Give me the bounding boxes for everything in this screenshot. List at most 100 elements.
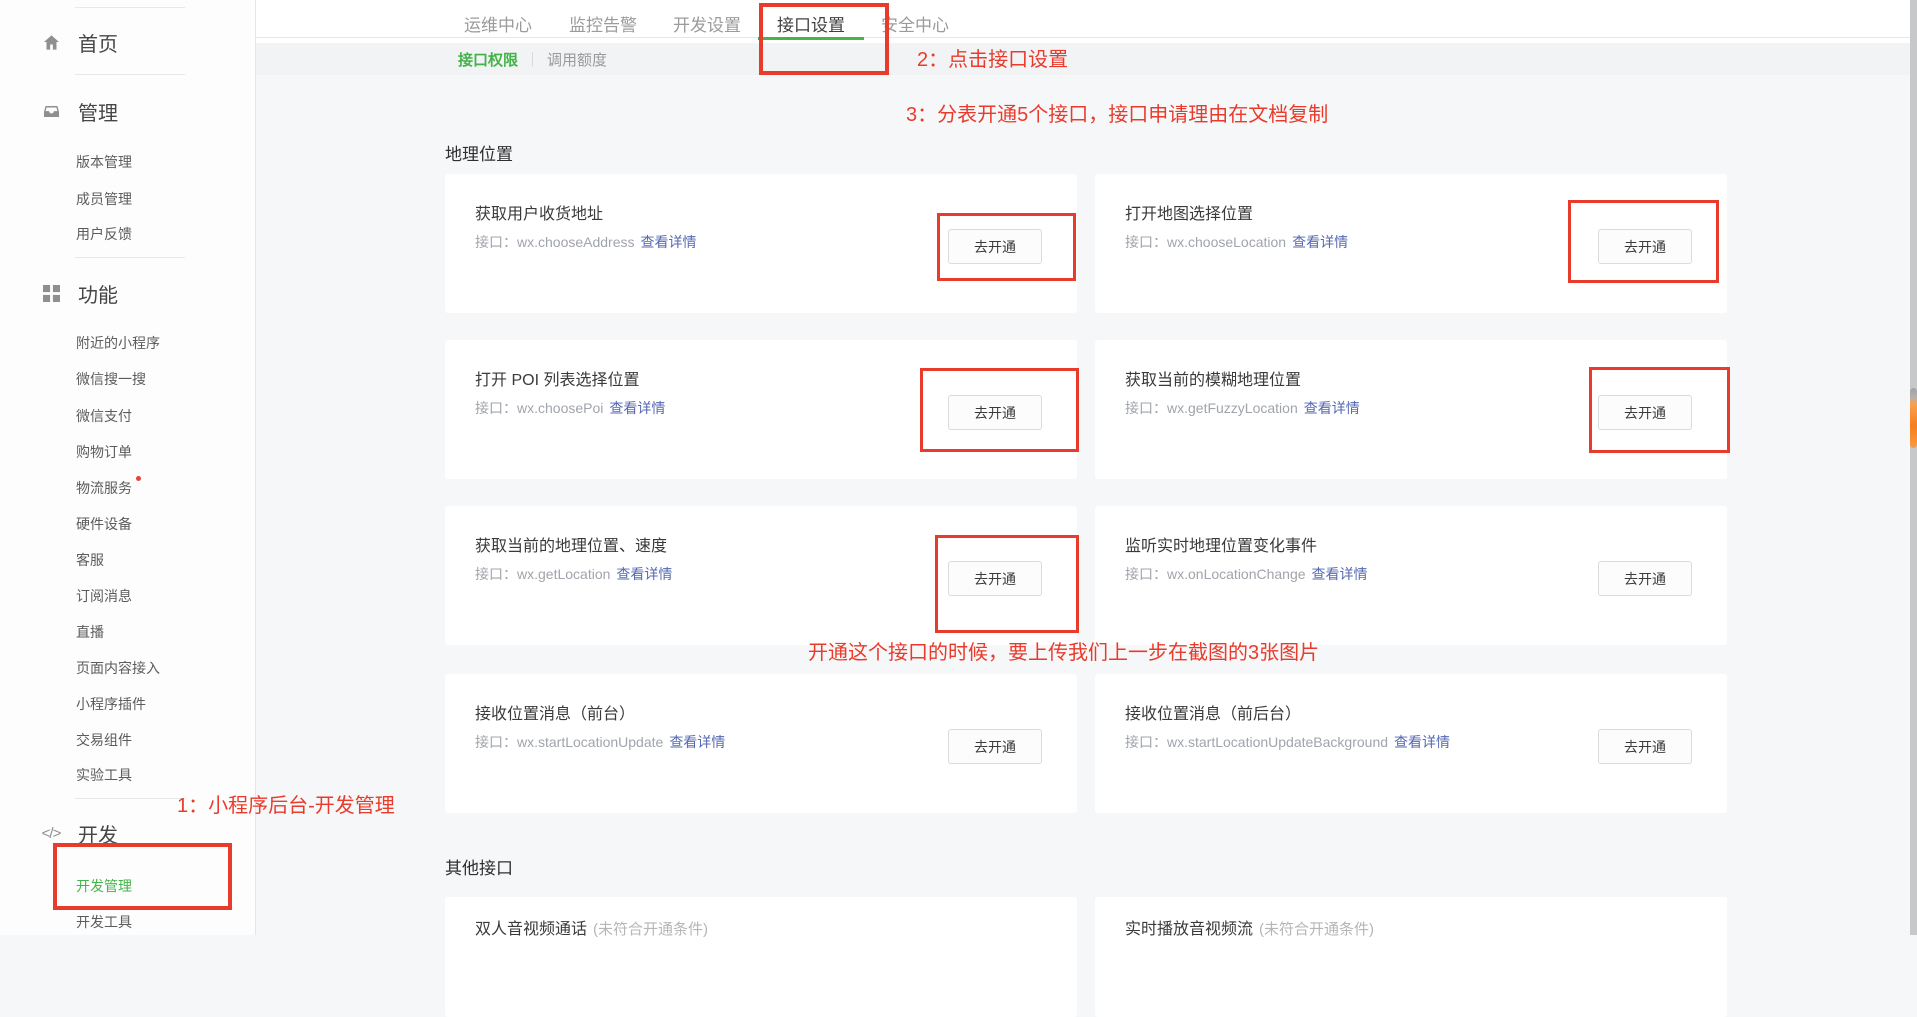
sidebar-item-label: 版本管理: [76, 154, 132, 170]
sidebar-item-label: 实验工具: [76, 767, 132, 783]
highlight-box: [937, 213, 1076, 281]
sidebar-item-label: 客服: [76, 552, 104, 568]
view-details-link[interactable]: 查看详情: [669, 734, 725, 750]
sidebar-section-header[interactable]: </>开发: [40, 821, 118, 845]
api-card-status: (未符合开通条件): [1259, 921, 1374, 938]
sidebar-item[interactable]: 附近的小程序: [76, 333, 160, 353]
subtab[interactable]: 调用额度: [547, 49, 607, 70]
tab[interactable]: 监控告警: [569, 11, 637, 36]
sidebar-section-header[interactable]: 管理: [40, 99, 118, 123]
sidebar-item[interactable]: 客服: [76, 550, 104, 570]
api-card-description: 接口：wx.onLocationChange查看详情: [1125, 564, 1368, 584]
api-card-title: 获取当前的地理位置、速度: [475, 532, 667, 556]
scrollbar-thumb[interactable]: [1910, 388, 1917, 448]
section-title-other: 其他接口: [445, 854, 513, 879]
sidebar-item[interactable]: 实验工具: [76, 765, 132, 785]
inbox-icon: [40, 102, 62, 121]
sidebar-item[interactable]: 成员管理: [76, 189, 132, 209]
sidebar-section-label: 功能: [78, 279, 118, 308]
annotation-note: 开通这个接口的时候，要上传我们上一步在截图的3张图片: [808, 642, 1319, 665]
sidebar-divider: [75, 798, 185, 799]
api-label: 接口：: [475, 400, 517, 416]
api-card-description: 接口：wx.startLocationUpdate 查看详情: [475, 732, 725, 752]
highlight-box: [920, 368, 1079, 452]
view-details-link[interactable]: 查看详情: [1394, 734, 1450, 750]
sidebar-item-label: 物流服务: [76, 480, 132, 496]
view-details-link[interactable]: 查看详情: [616, 566, 672, 582]
sidebar-item-label: 微信搜一搜: [76, 371, 146, 387]
api-permission-card: 双人音视频通话 (未符合开通条件): [445, 897, 1077, 1017]
sidebar-item[interactable]: 小程序插件: [76, 694, 146, 714]
api-card-title: 打开地图选择位置: [1125, 200, 1253, 224]
sidebar-item-label: 成员管理: [76, 191, 132, 207]
view-details-link[interactable]: 查看详情: [1304, 400, 1360, 416]
sidebar-item-label: 微信支付: [76, 408, 132, 424]
api-card-title: 实时播放音视频流 (未符合开通条件): [1125, 915, 1374, 939]
sidebar-item[interactable]: 微信支付: [76, 406, 132, 426]
api-label: 接口：: [1125, 400, 1167, 416]
scrollbar-track[interactable]: [1910, 0, 1917, 935]
activate-button[interactable]: 去开通: [1598, 729, 1692, 764]
view-details-link[interactable]: 查看详情: [1292, 234, 1348, 250]
sidebar-item[interactable]: 购物订单: [76, 442, 132, 462]
top-tab-bar: 运维中心监控告警开发设置接口设置安全中心: [256, 0, 1911, 43]
sidebar-divider: [75, 257, 185, 258]
activate-button[interactable]: 去开通: [1598, 561, 1692, 596]
sidebar-item[interactable]: 用户反馈: [76, 224, 132, 244]
sidebar-section-label: 管理: [78, 97, 118, 126]
sidebar-section-label: 首页: [78, 28, 118, 57]
api-label: 接口：: [1125, 234, 1167, 250]
sidebar-item-label: 小程序插件: [76, 696, 146, 712]
api-label: 接口：: [475, 566, 517, 582]
home-icon: [40, 33, 62, 52]
highlight-box: [1568, 200, 1719, 283]
view-details-link[interactable]: 查看详情: [609, 400, 665, 416]
code-icon: </>: [40, 825, 62, 842]
api-card-title: 接收位置消息（前台）: [475, 700, 635, 724]
tab[interactable]: 开发设置: [673, 11, 741, 36]
sidebar-item[interactable]: 硬件设备: [76, 514, 132, 534]
api-card-status: (未符合开通条件): [593, 921, 708, 938]
sidebar-item[interactable]: 物流服务: [76, 478, 141, 498]
view-details-link[interactable]: 查看详情: [1312, 566, 1368, 582]
api-card-description: 接口：wx.choosePoi 查看详情: [475, 398, 665, 418]
api-label: 接口：: [475, 234, 517, 250]
api-card-title: 获取当前的模糊地理位置: [1125, 366, 1301, 390]
highlight-box: [759, 3, 889, 75]
api-name: wx.startLocationUpdateBackground: [1167, 734, 1388, 750]
sidebar-item[interactable]: 页面内容接入: [76, 658, 160, 678]
api-permission-card: 监听实时地理位置变化事件 接口：wx.onLocationChange查看详情 …: [1095, 506, 1727, 645]
sidebar-item[interactable]: 订阅消息: [76, 586, 132, 606]
sidebar-section-header[interactable]: 功能: [40, 281, 118, 305]
sidebar-item[interactable]: 微信搜一搜: [76, 369, 146, 389]
sidebar-item[interactable]: 开发工具: [76, 912, 132, 932]
new-badge-dot: [136, 476, 141, 481]
api-card-title: 监听实时地理位置变化事件: [1125, 532, 1317, 556]
tab-bar-divider: [256, 37, 1911, 38]
sidebar-item-label: 附近的小程序: [76, 335, 160, 351]
subtab[interactable]: 接口权限: [458, 49, 518, 70]
view-details-link[interactable]: 查看详情: [641, 234, 697, 250]
api-name: wx.choosePoi: [517, 400, 603, 416]
subtab-divider: [532, 52, 533, 66]
sidebar-item[interactable]: 交易组件: [76, 730, 132, 750]
sidebar-item[interactable]: 版本管理: [76, 152, 132, 172]
sidebar-item-label: 交易组件: [76, 732, 132, 748]
api-label: 接口：: [475, 734, 517, 750]
api-name: wx.getFuzzyLocation: [1167, 400, 1298, 416]
api-name: wx.startLocationUpdate: [517, 734, 663, 750]
tab[interactable]: 安全中心: [881, 11, 949, 36]
api-permission-card: 接收位置消息（前后台） 接口：wx.startLocationUpdateBac…: [1095, 674, 1727, 813]
sidebar-section-header[interactable]: 首页: [40, 30, 118, 54]
api-name: wx.chooseAddress: [517, 234, 635, 250]
api-card-name: 实时播放音视频流: [1125, 921, 1253, 938]
activate-button[interactable]: 去开通: [948, 729, 1042, 764]
api-name: wx.chooseLocation: [1167, 234, 1286, 250]
tab[interactable]: 运维中心: [464, 11, 532, 36]
sidebar-item[interactable]: 直播: [76, 622, 104, 642]
sidebar-item-label: 页面内容接入: [76, 660, 160, 676]
api-card-description: 接口：wx.chooseLocation 查看详情: [1125, 232, 1348, 252]
highlight-box: [935, 535, 1079, 633]
api-name: wx.onLocationChange: [1167, 566, 1306, 582]
api-card-name: 双人音视频通话: [475, 921, 587, 938]
